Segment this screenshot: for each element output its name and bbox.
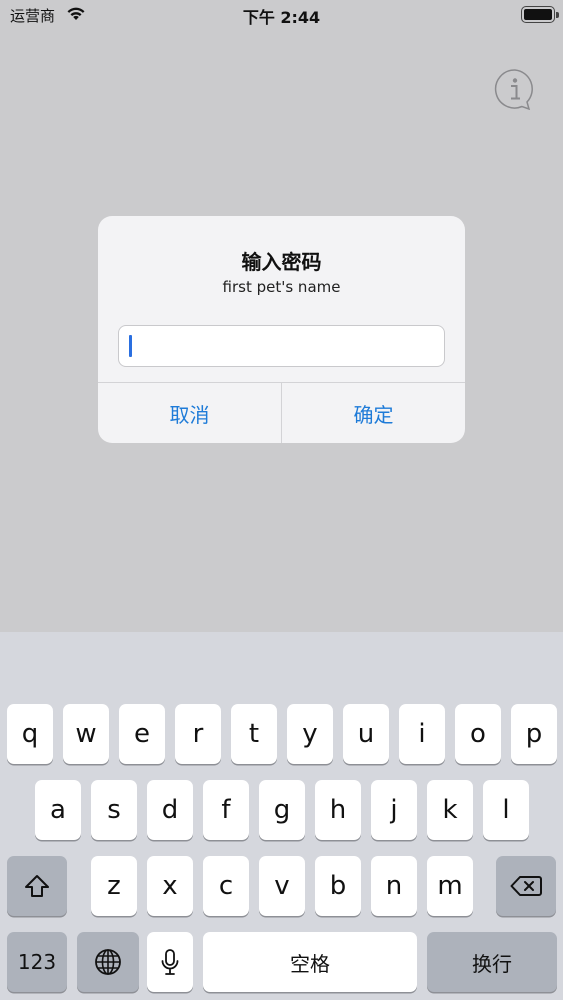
status-bar: 运营商 下午 2:44 <box>0 0 563 30</box>
key-e[interactable]: e <box>119 704 165 764</box>
key-f[interactable]: f <box>203 780 249 840</box>
return-key[interactable]: 换行 <box>427 932 557 992</box>
key-w[interactable]: w <box>63 704 109 764</box>
alert-message: first pet's name <box>222 278 341 296</box>
key-i[interactable]: i <box>399 704 445 764</box>
key-j[interactable]: j <box>371 780 417 840</box>
confirm-button[interactable]: 确定 <box>282 383 465 443</box>
key-x[interactable]: x <box>147 856 193 916</box>
key-u[interactable]: u <box>343 704 389 764</box>
key-z[interactable]: z <box>91 856 137 916</box>
key-v[interactable]: v <box>259 856 305 916</box>
key-p[interactable]: p <box>511 704 557 764</box>
microphone-icon <box>161 949 179 975</box>
key-b[interactable]: b <box>315 856 361 916</box>
key-g[interactable]: g <box>259 780 305 840</box>
info-button[interactable] <box>494 68 536 111</box>
key-r[interactable]: r <box>175 704 221 764</box>
key-q[interactable]: q <box>7 704 53 764</box>
info-icon <box>494 69 533 111</box>
key-y[interactable]: y <box>287 704 333 764</box>
cancel-button[interactable]: 取消 <box>98 383 281 443</box>
keyboard: q w e r t y u i o p a s d f g h j k l z … <box>0 632 563 1000</box>
key-d[interactable]: d <box>147 780 193 840</box>
key-a[interactable]: a <box>35 780 81 840</box>
alert-title: 输入密码 <box>241 250 322 274</box>
key-m[interactable]: m <box>427 856 473 916</box>
key-c[interactable]: c <box>203 856 249 916</box>
key-n[interactable]: n <box>371 856 417 916</box>
password-input[interactable] <box>118 325 445 367</box>
battery-icon <box>521 6 559 23</box>
key-l[interactable]: l <box>483 780 529 840</box>
globe-key[interactable] <box>77 932 139 992</box>
microphone-key[interactable] <box>147 932 193 992</box>
delete-icon <box>510 876 542 896</box>
shift-icon <box>25 875 49 897</box>
password-alert: 输入密码 first pet's name 取消 确定 <box>98 216 465 443</box>
text-cursor <box>129 335 132 357</box>
key-t[interactable]: t <box>231 704 277 764</box>
numbers-key[interactable]: 123 <box>7 932 67 992</box>
key-h[interactable]: h <box>315 780 361 840</box>
delete-key[interactable] <box>496 856 556 916</box>
space-key[interactable]: 空格 <box>203 932 417 992</box>
key-o[interactable]: o <box>455 704 501 764</box>
globe-icon <box>95 949 121 975</box>
key-s[interactable]: s <box>91 780 137 840</box>
shift-key[interactable] <box>7 856 67 916</box>
key-k[interactable]: k <box>427 780 473 840</box>
status-time: 下午 2:44 <box>242 8 321 27</box>
